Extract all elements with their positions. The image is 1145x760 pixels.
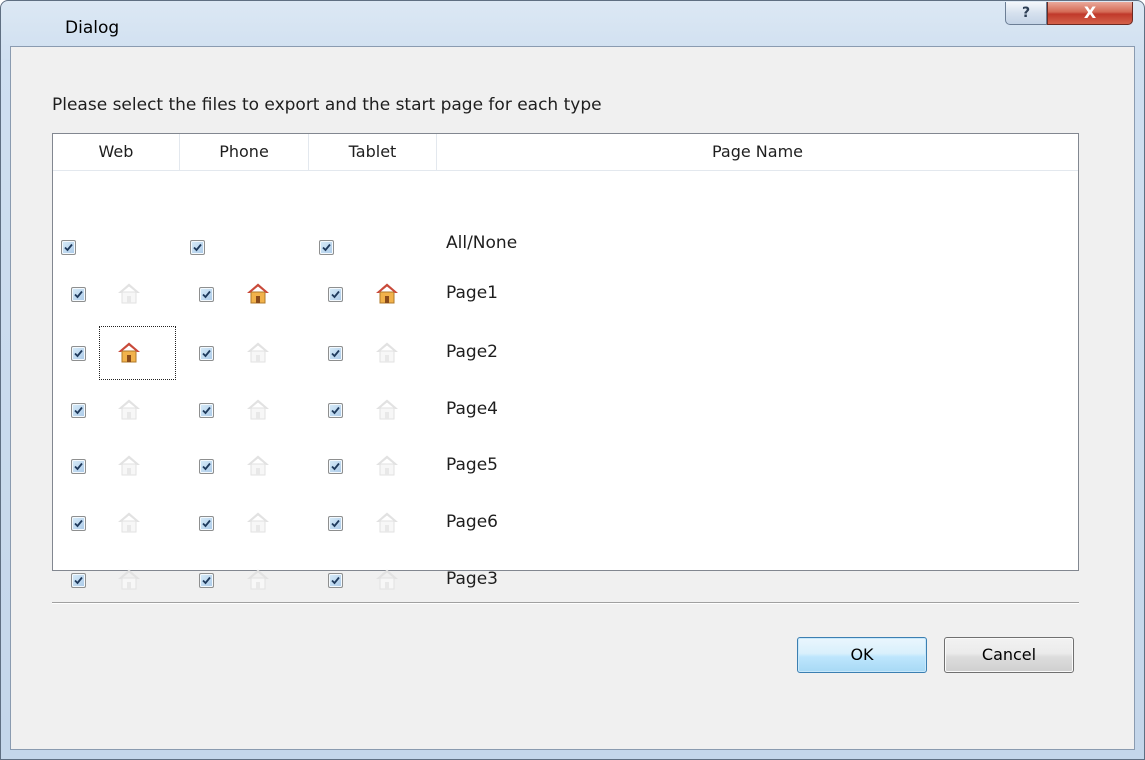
checkmark-icon — [193, 243, 202, 252]
page-name-label: Page1 — [446, 283, 498, 303]
web-checkbox[interactable] — [71, 459, 86, 474]
column-header-page-name[interactable]: Page Name — [437, 134, 1078, 170]
tablet-checkbox[interactable] — [328, 403, 343, 418]
web-checkbox[interactable] — [71, 516, 86, 531]
tablet-checkbox[interactable] — [328, 573, 343, 588]
tablet-checkbox[interactable] — [328, 346, 343, 361]
cancel-button[interactable]: Cancel — [944, 637, 1074, 673]
phone-start-page-icon[interactable] — [246, 511, 270, 533]
web-checkbox[interactable] — [71, 403, 86, 418]
window-title: Dialog — [65, 18, 120, 38]
help-icon: ? — [1021, 5, 1031, 21]
checkmark-icon — [64, 243, 73, 252]
phone-start-page-icon[interactable] — [246, 341, 270, 363]
tablet-start-page-icon[interactable] — [375, 511, 399, 533]
table-row[interactable]: Page2 — [53, 326, 1078, 384]
phone-checkbox[interactable] — [199, 346, 214, 361]
checkmark-icon — [202, 290, 211, 299]
instructions-label: Please select the files to export and th… — [52, 95, 602, 115]
phone-start-page-icon[interactable] — [246, 398, 270, 420]
tablet-checkbox[interactable] — [328, 459, 343, 474]
close-icon: X — [1083, 3, 1097, 22]
phone-checkbox[interactable] — [199, 403, 214, 418]
list-header: Web Phone Tablet Page Name — [53, 134, 1078, 171]
web-start-page-icon[interactable] — [117, 398, 141, 420]
checkmark-icon — [202, 462, 211, 471]
checkmark-icon — [331, 462, 340, 471]
checkmark-icon — [202, 406, 211, 415]
checkmark-icon — [331, 406, 340, 415]
separator-line — [52, 602, 1079, 604]
checkmark-icon — [74, 406, 83, 415]
phone-start-page-icon[interactable] — [246, 282, 270, 304]
checkmark-icon — [74, 576, 83, 585]
checkmark-icon — [202, 349, 211, 358]
checkmark-icon — [331, 519, 340, 528]
help-button[interactable]: ? — [1005, 2, 1047, 25]
web-start-page-icon[interactable] — [117, 511, 141, 533]
web-start-page-icon[interactable] — [117, 454, 141, 476]
tablet-start-page-icon[interactable] — [375, 282, 399, 304]
checkmark-icon — [202, 519, 211, 528]
close-button[interactable]: X — [1047, 2, 1133, 25]
tablet-start-page-icon[interactable] — [375, 454, 399, 476]
page-name-label: Page4 — [446, 399, 498, 419]
column-header-phone[interactable]: Phone — [180, 134, 309, 170]
column-header-tablet[interactable]: Tablet — [309, 134, 437, 170]
checkmark-icon — [331, 576, 340, 585]
all-web-checkbox[interactable] — [61, 240, 76, 255]
page-name-label: Page3 — [446, 569, 498, 589]
tablet-start-page-icon[interactable] — [375, 568, 399, 590]
phone-start-page-icon[interactable] — [246, 454, 270, 476]
tablet-start-page-icon[interactable] — [375, 341, 399, 363]
phone-checkbox[interactable] — [199, 287, 214, 302]
checkmark-icon — [322, 243, 331, 252]
table-row[interactable]: Page4 — [53, 383, 1078, 441]
table-row[interactable]: Page6 — [53, 496, 1078, 554]
tablet-start-page-icon[interactable] — [375, 398, 399, 420]
checkmark-icon — [74, 462, 83, 471]
tablet-checkbox[interactable] — [328, 516, 343, 531]
phone-checkbox[interactable] — [199, 516, 214, 531]
phone-checkbox[interactable] — [199, 459, 214, 474]
checkmark-icon — [74, 519, 83, 528]
phone-checkbox[interactable] — [199, 573, 214, 588]
web-checkbox[interactable] — [71, 573, 86, 588]
column-header-web[interactable]: Web — [53, 134, 180, 170]
tablet-checkbox[interactable] — [328, 287, 343, 302]
all-none-label: All/None — [446, 233, 518, 253]
all-phone-checkbox[interactable] — [190, 240, 205, 255]
checkmark-icon — [74, 290, 83, 299]
checkmark-icon — [331, 290, 340, 299]
web-start-page-icon[interactable] — [117, 568, 141, 590]
checkmark-icon — [74, 349, 83, 358]
all-tablet-checkbox[interactable] — [319, 240, 334, 255]
checkmark-icon — [202, 576, 211, 585]
page-name-label: Page6 — [446, 512, 498, 532]
web-start-page-icon[interactable] — [117, 282, 141, 304]
phone-start-page-icon[interactable] — [246, 568, 270, 590]
ok-button[interactable]: OK — [797, 637, 927, 673]
checkmark-icon — [331, 349, 340, 358]
table-row[interactable]: Page1 — [53, 267, 1078, 325]
web-start-page-icon[interactable] — [117, 341, 141, 363]
title-bar[interactable]: Dialog ? X — [1, 1, 1144, 47]
page-name-label: Page2 — [446, 342, 498, 362]
page-name-label: Page5 — [446, 455, 498, 475]
web-checkbox[interactable] — [71, 287, 86, 302]
page-export-list[interactable]: Web Phone Tablet Page Name All/None Page1… — [52, 133, 1079, 590]
web-checkbox[interactable] — [71, 346, 86, 361]
table-row[interactable]: Page5 — [53, 439, 1078, 497]
